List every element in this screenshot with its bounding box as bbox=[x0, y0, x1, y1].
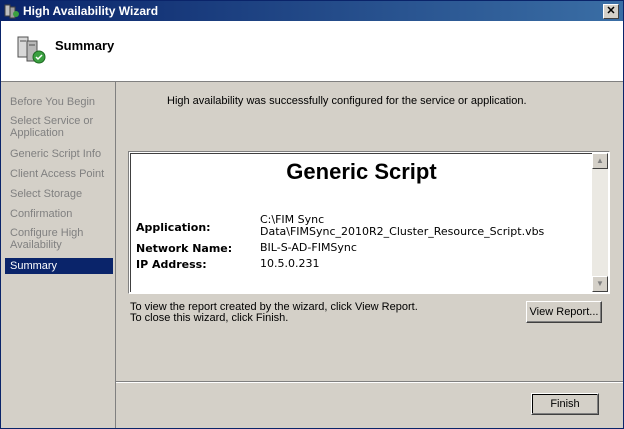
sidebar-item-select-service: Select Service or Application bbox=[10, 115, 94, 139]
report-label-ip-address: IP Address: bbox=[136, 258, 207, 271]
main-panel: High availability was successfully confi… bbox=[116, 82, 623, 428]
report-value-ip-address: 10.5.0.231 bbox=[260, 257, 320, 270]
finish-button[interactable]: Finish bbox=[531, 393, 599, 415]
wizard-header: Summary bbox=[1, 21, 623, 82]
cluster-servers-icon bbox=[15, 33, 49, 67]
view-report-button[interactable]: View Report... bbox=[526, 301, 602, 323]
report-label-application: Application: bbox=[136, 221, 211, 234]
report-box: Generic Script Application: C:\FIM Sync … bbox=[128, 151, 610, 294]
sidebar-item-before-you-begin: Before You Begin bbox=[10, 96, 96, 108]
success-message: High availability was successfully confi… bbox=[167, 95, 527, 107]
report-value-network-name: BIL-S-AD-FIMSync bbox=[260, 241, 357, 254]
report-content: Generic Script Application: C:\FIM Sync … bbox=[130, 153, 592, 292]
info-text: To view the report created by the wizard… bbox=[130, 302, 418, 324]
scroll-up-icon[interactable]: ▲ bbox=[592, 153, 608, 169]
close-icon[interactable]: ✕ bbox=[603, 4, 619, 19]
cluster-wizard-icon bbox=[4, 3, 20, 19]
report-label-network-name: Network Name: bbox=[136, 242, 233, 255]
page-title: Summary bbox=[55, 38, 115, 53]
sidebar-item-generic-script-info: Generic Script Info bbox=[10, 148, 102, 160]
sidebar-item-client-access-point: Client Access Point bbox=[10, 168, 105, 180]
title-bar[interactable]: High Availability Wizard ✕ bbox=[1, 1, 623, 21]
report-scrollbar[interactable]: ▲ ▼ bbox=[592, 153, 608, 292]
sidebar-item-select-storage: Select Storage bbox=[10, 188, 83, 200]
info-line-finish: To close this wizard, click Finish. bbox=[130, 312, 289, 324]
window-title: High Availability Wizard bbox=[23, 4, 159, 18]
report-value-application: C:\FIM Sync Data\FIMSync_2010R2_Cluster_… bbox=[260, 213, 545, 238]
footer-divider bbox=[116, 381, 623, 383]
sidebar-item-confirmation: Confirmation bbox=[10, 208, 73, 220]
report-title: Generic Script bbox=[286, 159, 437, 184]
scroll-down-icon[interactable]: ▼ bbox=[592, 276, 608, 292]
wizard-window: High Availability Wizard ✕ Summary Befor… bbox=[0, 0, 624, 429]
sidebar-item-summary: Summary bbox=[5, 258, 113, 274]
sidebar-item-configure-high-availability: Configure High Availability bbox=[10, 227, 84, 251]
wizard-steps-sidebar: Before You Begin Select Service or Appli… bbox=[1, 82, 116, 428]
